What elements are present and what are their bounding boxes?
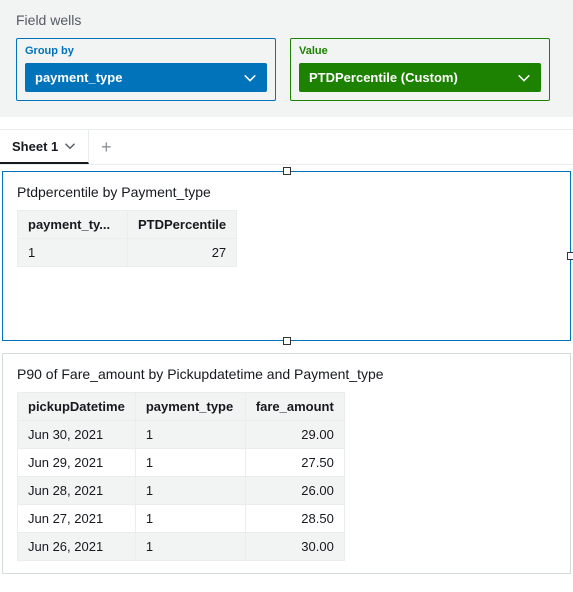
- resize-handle-bottom[interactable]: [283, 337, 291, 345]
- chevron-down-icon: [517, 71, 531, 85]
- col-fare-amount[interactable]: fare_amount: [245, 393, 344, 421]
- well-group-by: Group by payment_type: [16, 38, 276, 101]
- col-payment-type[interactable]: payment_type: [135, 393, 245, 421]
- cell-ptd: 27: [128, 239, 237, 267]
- col-ptdpercentile[interactable]: PTDPercentile: [128, 211, 237, 239]
- table-row: Jun 30, 2021129.00: [18, 421, 345, 449]
- tab-sheet-1[interactable]: Sheet 1: [0, 130, 89, 164]
- cell-fare: 27.50: [245, 449, 344, 477]
- col-payment-type[interactable]: payment_ty...: [18, 211, 128, 239]
- field-wells-panel: Field wells Group by payment_type Value …: [0, 0, 573, 117]
- table-row: Jun 26, 2021130.00: [18, 533, 345, 561]
- cell-fare: 29.00: [245, 421, 344, 449]
- group-by-pill[interactable]: payment_type: [25, 63, 267, 92]
- well-value-label: Value: [299, 45, 541, 57]
- field-wells-title: Field wells: [16, 12, 557, 28]
- value-pill-text: PTDPercentile (Custom): [309, 70, 458, 85]
- cell-fare: 30.00: [245, 533, 344, 561]
- visual-title: P90 of Fare_amount by Pickupdatetime and…: [17, 366, 556, 382]
- group-by-pill-text: payment_type: [35, 70, 122, 85]
- cell-date: Jun 26, 2021: [18, 533, 136, 561]
- value-pill[interactable]: PTDPercentile (Custom): [299, 63, 541, 92]
- table-header-row: pickupDatetime payment_type fare_amount: [18, 393, 345, 421]
- visual-p90-fare[interactable]: P90 of Fare_amount by Pickupdatetime and…: [2, 353, 571, 574]
- resize-handle-top[interactable]: [283, 167, 291, 175]
- visual-ptdpercentile[interactable]: Ptdpercentile by Payment_type payment_ty…: [2, 171, 571, 341]
- well-value: Value PTDPercentile (Custom): [290, 38, 550, 101]
- resize-handle-right[interactable]: [567, 252, 573, 260]
- cell-date: Jun 30, 2021: [18, 421, 136, 449]
- table-row: 127: [18, 239, 237, 267]
- add-sheet-button[interactable]: +: [89, 130, 123, 164]
- table-header-row: payment_ty... PTDPercentile: [18, 211, 237, 239]
- tab-sheet-1-label: Sheet 1: [12, 139, 58, 154]
- cell-payment-type: 1: [135, 449, 245, 477]
- table-row: Jun 29, 2021127.50: [18, 449, 345, 477]
- cell-date: Jun 28, 2021: [18, 477, 136, 505]
- cell-fare: 26.00: [245, 477, 344, 505]
- sheet-tabs: Sheet 1 +: [0, 129, 573, 165]
- canvas: Ptdpercentile by Payment_type payment_ty…: [0, 165, 573, 592]
- cell-fare: 28.50: [245, 505, 344, 533]
- table-row: Jun 28, 2021126.00: [18, 477, 345, 505]
- cell-payment-type: 1: [18, 239, 128, 267]
- cell-date: Jun 29, 2021: [18, 449, 136, 477]
- visual-title: Ptdpercentile by Payment_type: [17, 184, 556, 200]
- chevron-down-icon: [243, 71, 257, 85]
- cell-payment-type: 1: [135, 505, 245, 533]
- fare-table: pickupDatetime payment_type fare_amount …: [17, 392, 345, 561]
- col-pickupdatetime[interactable]: pickupDatetime: [18, 393, 136, 421]
- cell-payment-type: 1: [135, 421, 245, 449]
- field-wells-row: Group by payment_type Value PTDPercentil…: [16, 38, 557, 101]
- table-row: Jun 27, 2021128.50: [18, 505, 345, 533]
- ptd-table: payment_ty... PTDPercentile 127: [17, 210, 237, 267]
- plus-icon: +: [101, 137, 112, 158]
- cell-payment-type: 1: [135, 533, 245, 561]
- cell-payment-type: 1: [135, 477, 245, 505]
- well-group-by-label: Group by: [25, 45, 267, 57]
- chevron-down-icon: [64, 140, 76, 152]
- cell-date: Jun 27, 2021: [18, 505, 136, 533]
